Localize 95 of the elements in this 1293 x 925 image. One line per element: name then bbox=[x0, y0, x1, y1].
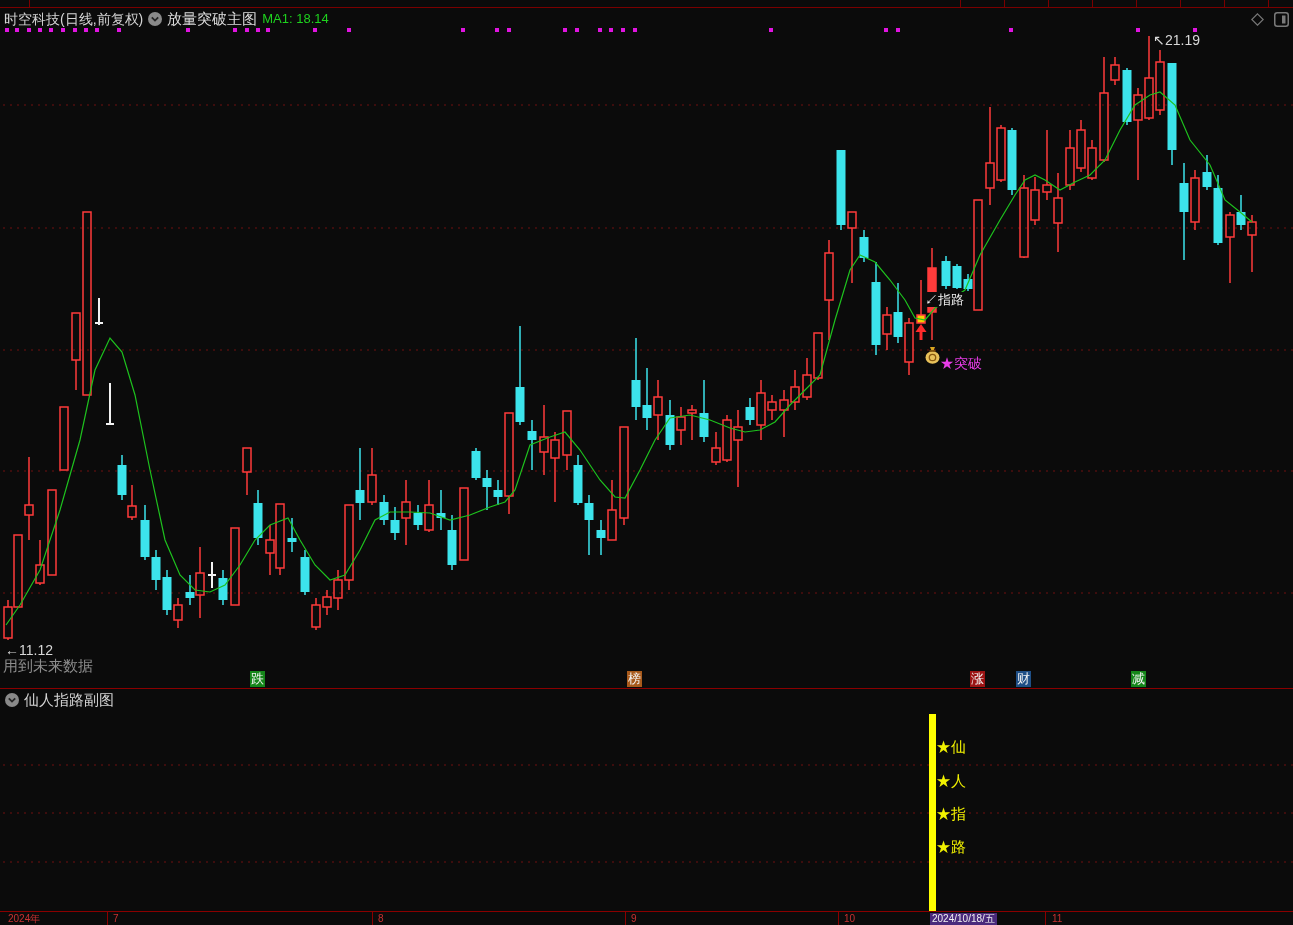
rising-candle bbox=[779, 389, 789, 438]
falling-candle bbox=[185, 574, 195, 606]
falling-candle bbox=[300, 549, 310, 596]
subchart-title: 仙人指路副图 bbox=[24, 691, 114, 709]
rising-candle bbox=[802, 357, 812, 401]
falling-candle bbox=[218, 569, 228, 606]
falling-candle bbox=[573, 454, 583, 506]
high-price-label: ↖21.19 bbox=[1153, 32, 1201, 48]
falling-candle bbox=[1122, 67, 1132, 126]
rising-candle bbox=[1065, 129, 1075, 191]
falling-candle bbox=[151, 549, 161, 591]
falling-candle bbox=[941, 255, 951, 290]
falling-candle bbox=[952, 263, 962, 290]
falling-candle bbox=[287, 517, 297, 553]
rising-candle bbox=[1087, 139, 1097, 181]
rising-candle bbox=[904, 317, 914, 376]
signal-star-label: ★路 bbox=[936, 838, 966, 856]
cross-candle bbox=[94, 297, 104, 326]
future-data-note: 用到未来数据 bbox=[3, 657, 93, 674]
rising-candle bbox=[1076, 119, 1086, 173]
rising-candle bbox=[550, 431, 560, 503]
event-tag: 榜 bbox=[627, 671, 642, 687]
signal-candle bbox=[916, 279, 926, 324]
dropdown-icon[interactable] bbox=[148, 12, 163, 26]
rising-candle bbox=[653, 379, 663, 441]
falling-candle bbox=[390, 506, 400, 541]
rising-candle bbox=[607, 479, 617, 541]
rising-candle bbox=[127, 484, 137, 521]
axis-date-label: 7 bbox=[112, 913, 120, 925]
rising-candle bbox=[265, 524, 275, 576]
falling-candle bbox=[963, 273, 973, 292]
axis-date-label: 10 bbox=[843, 913, 857, 925]
cross-candle bbox=[105, 382, 115, 426]
axis-date-label: 2024年 bbox=[7, 913, 42, 925]
rising-candle bbox=[1155, 49, 1165, 116]
rising-candle bbox=[1247, 214, 1257, 273]
falling-candle bbox=[379, 494, 389, 526]
falling-candle bbox=[447, 514, 457, 571]
event-tag: 涨 bbox=[970, 671, 985, 687]
falling-candle bbox=[859, 229, 869, 263]
axis-date-label: 11 bbox=[1051, 913, 1064, 925]
signal-label: ↙指路 bbox=[925, 292, 964, 307]
falling-candle bbox=[117, 454, 127, 501]
rising-candle bbox=[242, 447, 252, 496]
falling-candle bbox=[162, 569, 172, 616]
rising-candle bbox=[173, 597, 183, 629]
event-tag: 减 bbox=[1131, 671, 1146, 687]
falling-candle bbox=[745, 397, 755, 426]
falling-candle bbox=[642, 367, 652, 431]
falling-candle bbox=[253, 489, 263, 546]
panel-toggle-icon[interactable] bbox=[1274, 11, 1289, 27]
rising-candle bbox=[562, 410, 572, 471]
falling-candle bbox=[140, 504, 150, 561]
falling-candle bbox=[596, 519, 606, 556]
event-tag: 跌 bbox=[250, 671, 265, 687]
rising-candle bbox=[790, 369, 800, 411]
event-tag: 财 bbox=[1016, 671, 1031, 687]
cross-candle bbox=[207, 561, 217, 589]
falling-candle bbox=[413, 504, 423, 531]
falling-candle bbox=[527, 419, 537, 471]
rising-candle bbox=[59, 406, 69, 471]
diamond-icon[interactable] bbox=[1251, 12, 1264, 26]
rising-candle bbox=[882, 306, 892, 351]
falling-candle bbox=[436, 489, 446, 531]
cursor-date-label: 2024/10/18/五 bbox=[930, 913, 997, 925]
ma-reading: MA1: 18.14 bbox=[262, 11, 329, 27]
rising-candle bbox=[1190, 169, 1200, 231]
stock-title: 时空科技(日线,前复权) bbox=[4, 10, 144, 28]
falling-candle bbox=[699, 379, 709, 443]
falling-candle bbox=[584, 494, 594, 556]
falling-candle bbox=[893, 282, 903, 344]
falling-candle bbox=[665, 399, 675, 451]
axis-date-label: 9 bbox=[630, 913, 638, 925]
signal-star-label: ★人 bbox=[936, 772, 966, 790]
indicator-name: 放量突破主图 bbox=[167, 10, 258, 28]
rising-candle bbox=[311, 597, 321, 631]
money-bag-icon bbox=[925, 346, 940, 364]
rising-candle bbox=[367, 447, 377, 506]
breakout-label: ★突破 bbox=[940, 355, 982, 371]
up-arrow-icon bbox=[915, 324, 927, 340]
axis-date-label: 8 bbox=[377, 913, 385, 925]
signal-star-label: ★仙 bbox=[936, 738, 966, 756]
signal-star-label: ★指 bbox=[936, 805, 966, 823]
dropdown-icon[interactable] bbox=[5, 693, 19, 707]
rising-candle bbox=[676, 406, 686, 446]
rising-candle bbox=[539, 404, 549, 476]
rising-candle bbox=[424, 479, 434, 533]
rising-candle bbox=[687, 404, 697, 441]
falling-candle bbox=[471, 447, 481, 481]
rising-candle bbox=[1042, 129, 1052, 201]
falling-candle bbox=[1007, 127, 1017, 196]
low-price-label: ←11.12 bbox=[5, 642, 53, 658]
rising-candle bbox=[401, 479, 411, 546]
rising-candle bbox=[711, 431, 721, 466]
falling-candle bbox=[1236, 194, 1246, 231]
